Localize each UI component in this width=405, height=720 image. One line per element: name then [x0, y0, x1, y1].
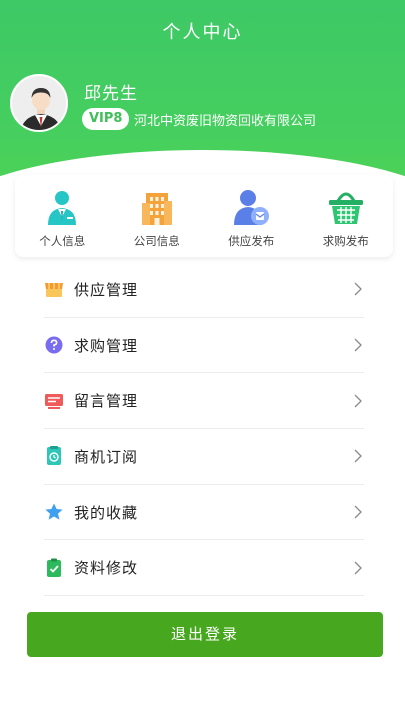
chevron-right-icon	[354, 561, 362, 575]
vip-badge: VIP8	[82, 108, 130, 130]
quick-action-label: 个人信息	[39, 234, 86, 248]
page-title: 个人中心	[162, 22, 243, 43]
question-bubble-icon	[45, 336, 63, 354]
quick-action-label: 供应发布	[228, 234, 275, 248]
menu-item-label: 商机订阅	[74, 447, 139, 466]
star-icon	[45, 503, 63, 520]
quick-actions-card: 个人信息 公司信息 供应发布 求购发布	[15, 175, 393, 257]
menu-item-opportunity-subscription[interactable]: 商机订阅	[44, 429, 364, 485]
menu-item-my-favorites[interactable]: 我的收藏	[44, 485, 364, 541]
menu-item-label: 资料修改	[74, 559, 139, 578]
shop-awning-icon	[45, 283, 63, 298]
quick-action-label: 求购发布	[322, 234, 369, 248]
menu-item-edit-profile[interactable]: 资料修改	[44, 540, 364, 597]
subscription-icon	[47, 446, 61, 466]
user-publish-icon	[234, 190, 270, 225]
quick-action-company-info[interactable]: 公司信息	[110, 175, 205, 257]
menu-item-supply-management[interactable]: 供应管理	[44, 262, 364, 318]
avatar[interactable]	[10, 74, 68, 132]
chevron-right-icon	[354, 282, 362, 296]
basket-icon	[328, 192, 363, 224]
menu-item-message-management[interactable]: 留言管理	[44, 373, 364, 430]
message-board-icon	[45, 393, 63, 409]
clipboard-check-icon	[47, 558, 61, 577]
quick-action-supply-publish[interactable]: 供应发布	[204, 175, 299, 257]
quick-action-label: 公司信息	[133, 234, 180, 248]
menu-list: 供应管理 求购管理 留言管理 商机订阅 我的收藏 资料修改	[44, 262, 364, 597]
chevron-right-icon	[354, 449, 362, 463]
quick-action-personal-info[interactable]: 个人信息	[15, 175, 110, 257]
menu-item-label: 供应管理	[74, 280, 139, 299]
user-name: 邱先生	[84, 84, 138, 104]
menu-item-label: 我的收藏	[74, 503, 139, 522]
logout-button[interactable]: 退出登录	[27, 612, 383, 657]
chevron-right-icon	[354, 338, 362, 352]
company-name: 河北中资废旧物资回收有限公司	[134, 114, 317, 129]
chevron-right-icon	[354, 394, 362, 408]
menu-item-label: 求购管理	[74, 336, 139, 355]
building-icon	[141, 193, 172, 225]
menu-item-purchase-management[interactable]: 求购管理	[44, 318, 364, 374]
person-tie-icon	[48, 191, 77, 225]
chevron-right-icon	[354, 505, 362, 519]
quick-action-purchase-publish[interactable]: 求购发布	[299, 175, 394, 257]
menu-item-label: 留言管理	[74, 392, 139, 411]
